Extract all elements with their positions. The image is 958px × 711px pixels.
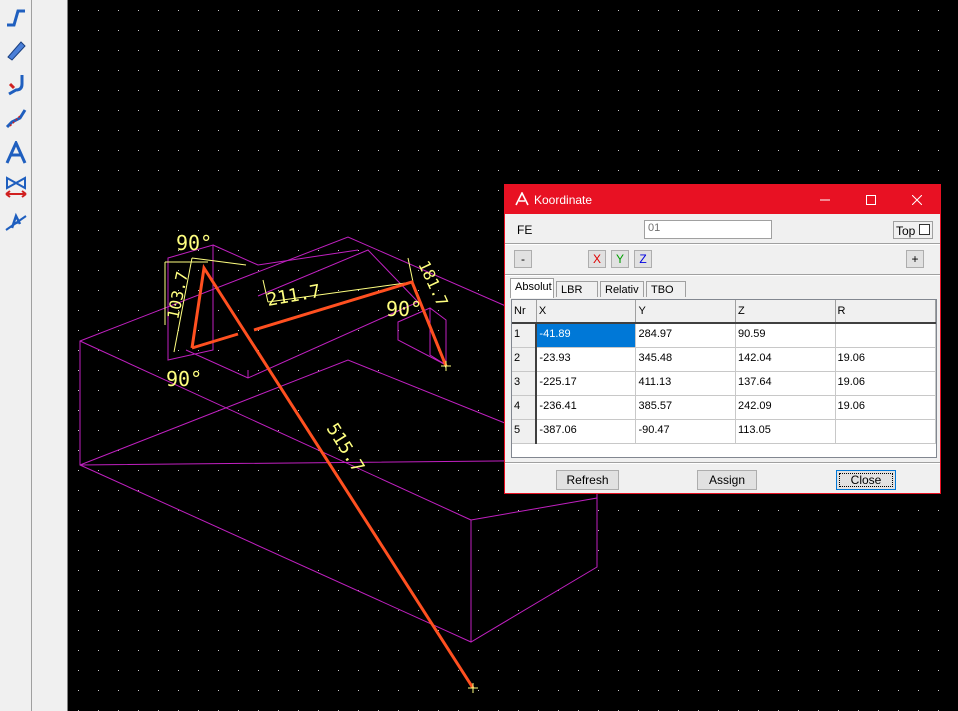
row-number[interactable]: 5: [512, 419, 538, 444]
column-header-r[interactable]: R: [835, 300, 936, 324]
table-row: 4 -236.41 385.57 242.09 19.06: [512, 395, 936, 420]
maximize-button[interactable]: [848, 185, 894, 214]
table-row: 3 -225.17 411.13 137.64 19.06: [512, 371, 936, 396]
cell-z[interactable]: 113.05: [735, 419, 836, 444]
cell-x[interactable]: -41.89: [536, 323, 637, 348]
top-checkbox-group[interactable]: Top: [893, 221, 933, 239]
column-header-x[interactable]: X: [536, 300, 637, 324]
cell-z[interactable]: 90.59: [735, 323, 836, 348]
minimize-icon: [820, 199, 830, 200]
close-window-button[interactable]: [894, 185, 940, 214]
refresh-button[interactable]: Refresh: [556, 470, 619, 490]
column-header-y[interactable]: Y: [635, 300, 736, 324]
cell-x[interactable]: -236.41: [536, 395, 637, 420]
tab-lbr[interactable]: LBR: [556, 281, 598, 297]
x-axis-button[interactable]: X: [588, 250, 606, 268]
angle-label-top: 90°: [176, 231, 212, 255]
top-checkbox[interactable]: [919, 224, 930, 235]
valve-dimension-icon[interactable]: [1, 172, 30, 202]
separator: [505, 243, 940, 245]
coordinates-table: Nr X Y Z R 1 -41.89 284.97 90.59 2 -23.9…: [511, 299, 937, 458]
cell-z[interactable]: 137.64: [735, 371, 836, 396]
dialog-titlebar[interactable]: Koordinate: [505, 185, 940, 214]
dialog-title: Koordinate: [534, 193, 593, 207]
fe-row: FE 01 Top: [505, 214, 940, 244]
minimize-button[interactable]: [802, 185, 848, 214]
angle-label-right: 90°: [386, 297, 422, 321]
assign-button[interactable]: Assign: [697, 470, 757, 490]
table-row: 2 -23.93 345.48 142.04 19.06: [512, 347, 936, 372]
plus-button[interactable]: +: [906, 250, 924, 268]
cell-r[interactable]: 19.06: [835, 347, 936, 372]
y-axis-button[interactable]: Y: [611, 250, 629, 268]
table-header-row: Nr X Y Z R: [512, 300, 936, 324]
column-header-nr[interactable]: Nr: [512, 300, 537, 324]
row-number[interactable]: 3: [512, 371, 538, 396]
toolbar-gutter: [32, 0, 68, 711]
table-row: 5 -387.06 -90.47 113.05: [512, 419, 936, 444]
cell-y[interactable]: 411.13: [635, 371, 736, 396]
cell-z[interactable]: 242.09: [735, 395, 836, 420]
minus-button[interactable]: -: [514, 250, 532, 268]
maximize-icon: [866, 194, 876, 205]
tab-relativ[interactable]: Relativ: [600, 281, 644, 297]
cell-y[interactable]: 284.97: [635, 323, 736, 348]
row-number[interactable]: 2: [512, 347, 538, 372]
cell-x[interactable]: -23.93: [536, 347, 637, 372]
separator: [505, 462, 940, 464]
cell-x[interactable]: -225.17: [536, 371, 637, 396]
cell-r[interactable]: [835, 323, 936, 348]
cell-y[interactable]: -90.47: [635, 419, 736, 444]
cell-y[interactable]: 345.48: [635, 347, 736, 372]
dimension-text-icon[interactable]: [1, 207, 30, 237]
pipe-route-icon[interactable]: [1, 2, 30, 32]
pipe-bend-icon[interactable]: [1, 69, 30, 99]
close-button[interactable]: Close: [836, 470, 896, 490]
column-header-z[interactable]: Z: [735, 300, 836, 324]
app-logo-icon: [515, 191, 529, 209]
angle-label-bottom: 90°: [166, 367, 202, 391]
top-label: Top: [896, 224, 916, 238]
tool-palette: [0, 0, 32, 711]
pipe-slope-icon[interactable]: [1, 103, 30, 133]
cell-y[interactable]: 385.57: [635, 395, 736, 420]
cell-x[interactable]: -387.06: [536, 419, 637, 444]
table-row: 1 -41.89 284.97 90.59: [512, 323, 936, 348]
cell-r[interactable]: [835, 419, 936, 444]
text-annotation-icon[interactable]: [1, 138, 30, 168]
fe-input[interactable]: 01: [644, 220, 772, 239]
row-number[interactable]: 1: [512, 323, 538, 348]
row-number[interactable]: 4: [512, 395, 538, 420]
cell-r[interactable]: 19.06: [835, 395, 936, 420]
close-icon: [912, 194, 922, 205]
tab-absolut[interactable]: Absolut: [510, 278, 554, 298]
tab-tbo[interactable]: TBO: [646, 281, 686, 297]
koordinate-dialog: Koordinate FE 01 Top - X Y Z + Absolut L…: [504, 184, 941, 494]
fe-label: FE: [517, 223, 533, 237]
z-axis-button[interactable]: Z: [634, 250, 652, 268]
pipe-segment-icon[interactable]: [1, 35, 30, 65]
cell-z[interactable]: 142.04: [735, 347, 836, 372]
cell-r[interactable]: 19.06: [835, 371, 936, 396]
separator: [505, 274, 940, 276]
